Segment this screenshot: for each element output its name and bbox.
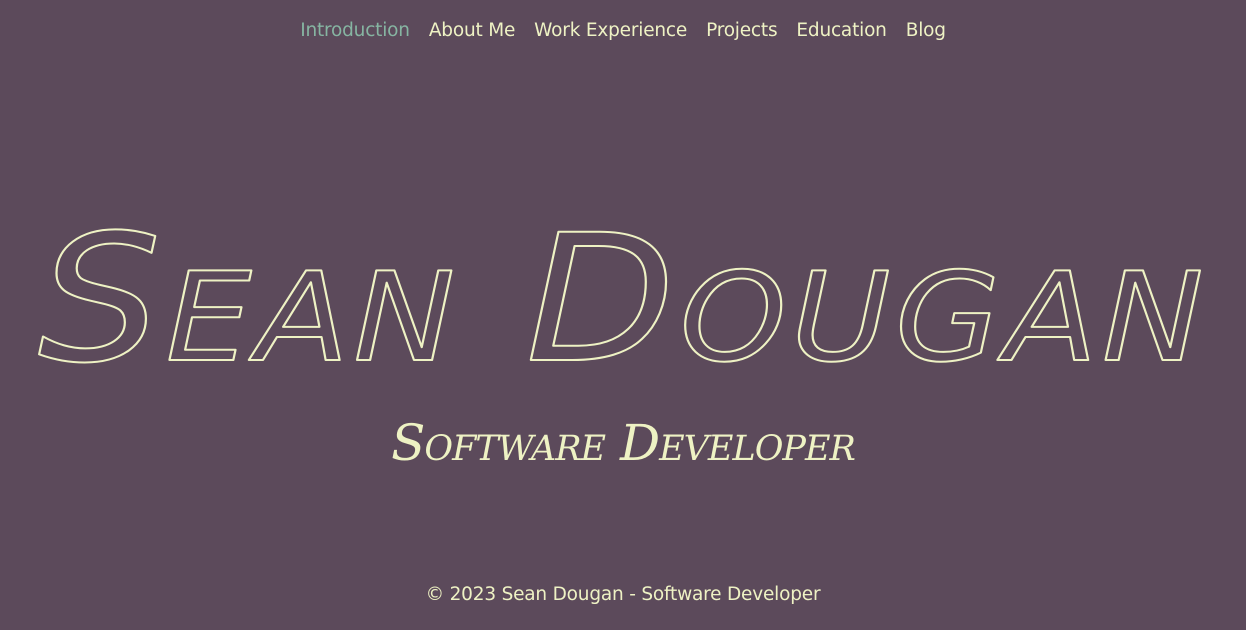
hero-name-svg: Sean Dougan [37,196,1208,400]
nav-link-introduction[interactable]: Introduction [300,18,410,44]
nav-link-work-experience[interactable]: Work Experience [534,18,687,44]
hero-name-text: Sean Dougan [38,197,1208,400]
intro-page: Introduction About Me Work Experience Pr… [0,0,1246,630]
top-navigation: Introduction About Me Work Experience Pr… [0,18,1246,44]
hero-subtitle: Software Developer [391,414,856,472]
hero-name: Sean Dougan [0,170,1246,400]
nav-link-about-me[interactable]: About Me [429,18,516,44]
nav-link-blog[interactable]: Blog [906,18,946,44]
nav-link-projects[interactable]: Projects [706,18,778,44]
nav-link-education[interactable]: Education [796,18,887,44]
site-footer: © 2023 Sean Dougan - Software Developer [425,584,821,605]
